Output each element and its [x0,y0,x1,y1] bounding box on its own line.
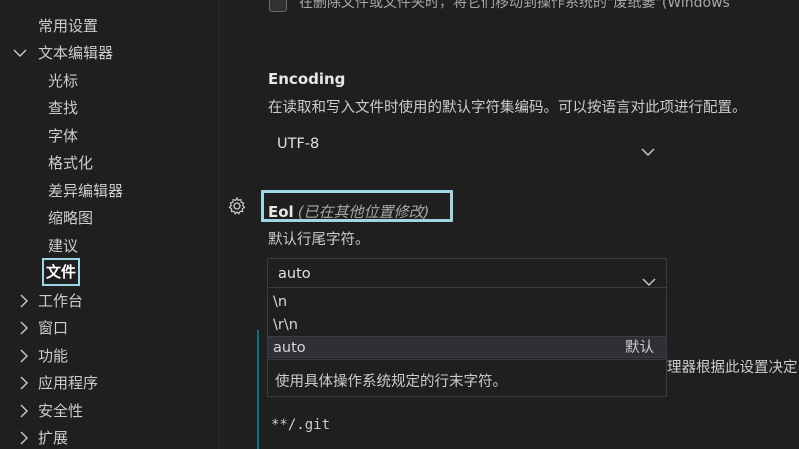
eol-title: Eol (已在其他位置修改) [268,203,430,221]
eol-select[interactable]: auto [267,258,667,288]
encoding-title: Encoding [268,70,346,88]
encoding-description: 在读取和写入文件时使用的默认字符集编码。可以按语言对此项进行配置。 [268,100,747,116]
chevron-right-icon [16,316,32,340]
encoding-select[interactable]: UTF-8 [267,129,665,159]
gear-icon[interactable] [227,196,247,216]
obscured-setting-text: 理器根据此设置决定 [667,360,798,376]
chevron-right-icon [16,371,32,395]
clipped-setting-row: 在删除文件或文件夹时，将它们移动到操作系统的"废纸篓"(Windows [299,0,730,11]
eol-option-auto[interactable]: auto 默认 [268,336,666,358]
modified-elsewhere-link[interactable]: (已在其他位置修改) [298,203,430,221]
eol-option-crlf[interactable]: \r\n [268,314,666,336]
eol-option-lf[interactable]: \n [268,291,666,313]
default-badge: 默认 [625,340,654,356]
encoding-value: UTF-8 [277,136,320,152]
chevron-down-icon [642,268,656,286]
settings-toc: 常用设置 文本编辑器 光标 查找 字体 格式化 差异编辑器 缩略图 建议 文件 … [0,0,220,449]
chevron-right-icon [16,344,32,368]
settings-editor: 在删除文件或文件夹时，将它们移动到操作系统的"废纸篓"(Windows Enco… [221,0,799,449]
chevron-right-icon [16,399,32,423]
eol-dropdown-list: \n \r\n auto 默认 使用具体操作系统规定的行末字符。 [267,289,667,397]
chevron-right-icon [16,426,32,449]
chevron-down-icon [12,41,28,65]
option-description: 使用具体操作系统规定的行末字符。 [268,359,666,397]
exclude-pattern-item: **/.git [271,417,331,433]
eol-description: 默认行尾字符。 [268,232,370,248]
chevron-right-icon [16,289,32,313]
eol-value: auto [278,266,311,282]
modified-indicator-bar [257,330,259,449]
chevron-down-icon [641,138,655,156]
